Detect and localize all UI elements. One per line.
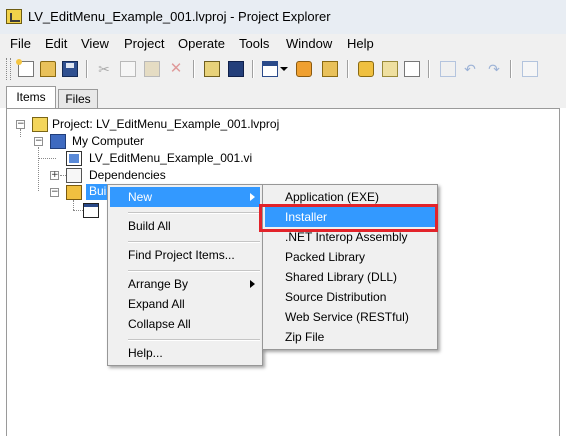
- submenu-item-shared-library[interactable]: Shared Library (DLL): [265, 267, 435, 287]
- installer-highlight-box: [259, 204, 438, 232]
- cut-icon[interactable]: ✂: [96, 61, 112, 77]
- build-icon[interactable]: [204, 61, 220, 77]
- context-item-new[interactable]: New: [110, 187, 260, 207]
- computer-icon: [50, 134, 66, 149]
- toolbar-separator: [510, 60, 512, 78]
- window-icon: [83, 203, 99, 218]
- expand-toggle[interactable]: −: [16, 120, 25, 129]
- items-icon[interactable]: [440, 61, 456, 77]
- tree-vi[interactable]: LV_EditMenu_Example_001.vi: [89, 151, 252, 165]
- tree-connector: [73, 200, 74, 210]
- toolbar-separator: [252, 60, 254, 78]
- menu-bar: File Edit View Project Operate Tools Win…: [0, 34, 566, 54]
- menu-tools[interactable]: Tools: [239, 36, 269, 51]
- menu-window[interactable]: Window: [286, 36, 332, 51]
- labview-project-icon: [6, 9, 22, 24]
- tree-connector: [38, 158, 56, 159]
- save-all-icon[interactable]: [62, 61, 78, 77]
- expand-toggle[interactable]: −: [34, 137, 43, 146]
- menu-separator: [128, 339, 260, 341]
- menu-operate[interactable]: Operate: [178, 36, 225, 51]
- tree-project[interactable]: Project: LV_EditMenu_Example_001.lvproj: [52, 117, 279, 131]
- expand-toggle[interactable]: +: [50, 171, 59, 180]
- add-file-icon[interactable]: [522, 61, 538, 77]
- submenu-arrow-icon: [250, 280, 255, 288]
- menu-project[interactable]: Project: [124, 36, 164, 51]
- submenu-item-web-service[interactable]: Web Service (RESTful): [265, 307, 435, 327]
- delete-icon[interactable]: ✕: [168, 61, 184, 77]
- redo-icon[interactable]: ↷: [486, 61, 502, 77]
- context-item-build-all[interactable]: Build All: [110, 216, 260, 236]
- paste-icon[interactable]: [144, 61, 160, 77]
- submenu-item-packed-library[interactable]: Packed Library: [265, 247, 435, 267]
- save-icon[interactable]: [228, 61, 244, 77]
- toolbar: ✂ ✕ ↶ ↷: [0, 54, 566, 85]
- submenu-item-zip-file[interactable]: Zip File: [265, 327, 435, 347]
- copy-icon[interactable]: [120, 61, 136, 77]
- items-icon[interactable]: [322, 61, 338, 77]
- tree-connector: [38, 147, 39, 191]
- toolbar-separator: [347, 60, 349, 78]
- menu-separator: [128, 212, 260, 214]
- submenu-arrow-icon: [250, 193, 255, 201]
- tree-connector: [20, 129, 21, 137]
- menu-help[interactable]: Help: [347, 36, 374, 51]
- vi-icon: [66, 151, 82, 166]
- menu-edit[interactable]: Edit: [45, 36, 67, 51]
- undo-icon[interactable]: ↶: [462, 61, 478, 77]
- title-bar: LV_EditMenu_Example_001.lvproj - Project…: [0, 0, 566, 35]
- toolbar-separator: [193, 60, 195, 78]
- toolbar-grip[interactable]: [6, 58, 11, 80]
- toolbar-separator: [86, 60, 88, 78]
- context-item-expand-all[interactable]: Expand All: [110, 294, 260, 314]
- submenu-item-source-distribution[interactable]: Source Distribution: [265, 287, 435, 307]
- settings-icon[interactable]: [296, 61, 312, 77]
- expand-toggle[interactable]: −: [50, 188, 59, 197]
- new-icon[interactable]: [16, 59, 34, 77]
- tab-files[interactable]: Files: [58, 89, 98, 109]
- menu-file[interactable]: File: [10, 36, 31, 51]
- tab-items[interactable]: Items: [6, 86, 56, 109]
- open-icon[interactable]: [40, 61, 56, 77]
- context-item-arrange-by[interactable]: Arrange By: [110, 274, 260, 294]
- add-file-icon[interactable]: [404, 61, 420, 77]
- view-icon[interactable]: [262, 61, 278, 77]
- context-item-help[interactable]: Help...: [110, 343, 260, 363]
- menu-separator: [128, 270, 260, 272]
- tree-my-computer[interactable]: My Computer: [72, 134, 144, 148]
- tree-dependencies[interactable]: Dependencies: [89, 168, 166, 182]
- window-title: LV_EditMenu_Example_001.lvproj - Project…: [28, 9, 331, 24]
- context-item-collapse-all[interactable]: Collapse All: [110, 314, 260, 334]
- add-icon[interactable]: [358, 61, 374, 77]
- refresh-icon[interactable]: [382, 61, 398, 77]
- build-specifications-icon: [66, 185, 82, 200]
- project-icon: [32, 117, 48, 132]
- tree-connector: [73, 210, 83, 211]
- context-menu: New Build All Find Project Items... Arra…: [107, 184, 263, 366]
- menu-separator: [128, 241, 260, 243]
- context-item-find-project-items[interactable]: Find Project Items...: [110, 245, 260, 265]
- toolbar-separator: [428, 60, 430, 78]
- dependencies-icon: [66, 168, 82, 183]
- menu-view[interactable]: View: [81, 36, 109, 51]
- dropdown-icon[interactable]: [280, 67, 288, 71]
